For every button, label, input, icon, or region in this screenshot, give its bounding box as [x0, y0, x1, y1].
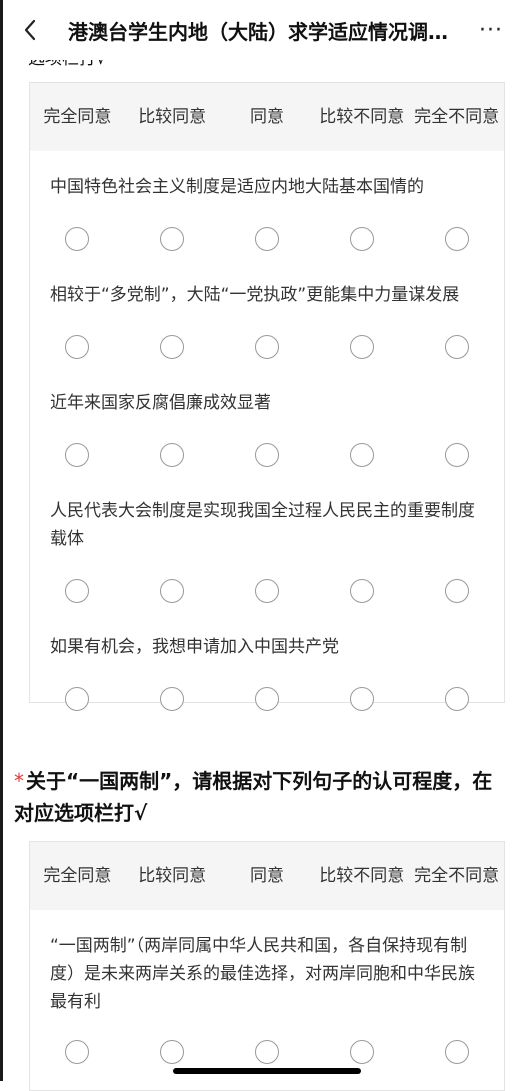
option-header: 比较同意 — [138, 106, 207, 127]
radio-button[interactable] — [444, 687, 469, 711]
radio-button[interactable] — [160, 227, 185, 251]
radio-row — [30, 431, 504, 479]
option-header: 同意 — [249, 865, 284, 886]
radio-button[interactable] — [160, 579, 185, 603]
home-indicator — [173, 1068, 361, 1074]
statement-text: 如果有机会，我想申请加入中国共产党 — [50, 637, 339, 657]
matrix-question-1: 完全同意 比较同意 同意 比较不同意 完全不同意 中国特色社会主义制度是适应内地… — [29, 82, 505, 711]
radio-row — [30, 675, 504, 723]
option-header: 完全同意 — [43, 106, 112, 127]
radio-button[interactable] — [349, 227, 374, 251]
radio-row — [30, 323, 504, 371]
chevron-left-icon — [24, 19, 36, 41]
radio-button[interactable] — [160, 335, 185, 359]
option-header: 比较同意 — [138, 865, 207, 886]
question-title-text: 关于“一国两制”，请根据对下列句子的认可程度，在对应选项栏打√ — [14, 769, 493, 825]
option-header: 比较不同意 — [319, 865, 405, 886]
radio-button[interactable] — [349, 443, 374, 467]
radio-button[interactable] — [65, 227, 90, 251]
statement-text: 中国特色社会主义制度是适应内地大陆基本国情的 — [50, 177, 424, 197]
radio-button[interactable] — [444, 579, 469, 603]
statement-text: 人民代表大会制度是实现我国全过程人民民主的重要制度载体 — [50, 501, 475, 549]
option-header: 比较不同意 — [319, 106, 405, 127]
radio-button[interactable] — [160, 443, 185, 467]
radio-button[interactable] — [444, 443, 469, 467]
back-button[interactable] — [0, 0, 60, 60]
question-title: * 关于“一国两制”，请根据对下列句子的认可程度，在对应选项栏打√ — [14, 765, 494, 829]
radio-button[interactable] — [444, 1040, 469, 1064]
radio-button[interactable] — [254, 335, 279, 359]
radio-button[interactable] — [254, 443, 279, 467]
radio-button[interactable] — [65, 335, 90, 359]
page-title: 港澳台学生内地（大陆）求学适应情况调查问卷 — [68, 19, 461, 44]
radio-button[interactable] — [349, 579, 374, 603]
radio-button[interactable] — [65, 687, 90, 711]
required-mark: * — [14, 769, 24, 793]
radio-button[interactable] — [65, 579, 90, 603]
radio-button[interactable] — [254, 687, 279, 711]
matrix-question-2: 完全同意 比较同意 同意 比较不同意 完全不同意 “一国两制”（两岸同属中华人民… — [29, 841, 505, 1091]
radio-button[interactable] — [254, 579, 279, 603]
radio-button[interactable] — [65, 443, 90, 467]
nav-bar: 港澳台学生内地（大陆）求学适应情况调查问卷 ··· — [0, 0, 521, 60]
option-header: 完全不同意 — [414, 865, 500, 886]
radio-button[interactable] — [444, 335, 469, 359]
radio-row — [30, 567, 504, 615]
more-icon[interactable]: ··· — [461, 0, 521, 60]
statement-text: 相较于“多党制”，大陆“一党执政”更能集中力量谋发展 — [50, 285, 460, 305]
radio-button[interactable] — [349, 1040, 374, 1064]
radio-button[interactable] — [65, 1040, 90, 1064]
matrix-header: 完全同意 比较同意 同意 比较不同意 完全不同意 — [30, 83, 504, 151]
radio-button[interactable] — [349, 687, 374, 711]
option-header: 完全不同意 — [414, 106, 500, 127]
radio-button[interactable] — [160, 687, 185, 711]
option-header: 完全同意 — [43, 865, 112, 886]
radio-button[interactable] — [160, 1040, 185, 1064]
radio-button[interactable] — [349, 335, 374, 359]
radio-row — [30, 215, 504, 263]
radio-button[interactable] — [444, 227, 469, 251]
matrix-header: 完全同意 比较同意 同意 比较不同意 完全不同意 — [30, 842, 504, 910]
statement-text: 近年来国家反腐倡廉成效显著 — [50, 393, 271, 413]
option-header: 同意 — [249, 106, 284, 127]
statement-text: “一国两制”（两岸同属中华人民共和国，各自保持现有制度）是未来两岸关系的最佳选择… — [50, 936, 475, 1012]
left-edge-bar — [0, 0, 3, 1081]
radio-button[interactable] — [254, 1040, 279, 1064]
radio-button[interactable] — [254, 227, 279, 251]
